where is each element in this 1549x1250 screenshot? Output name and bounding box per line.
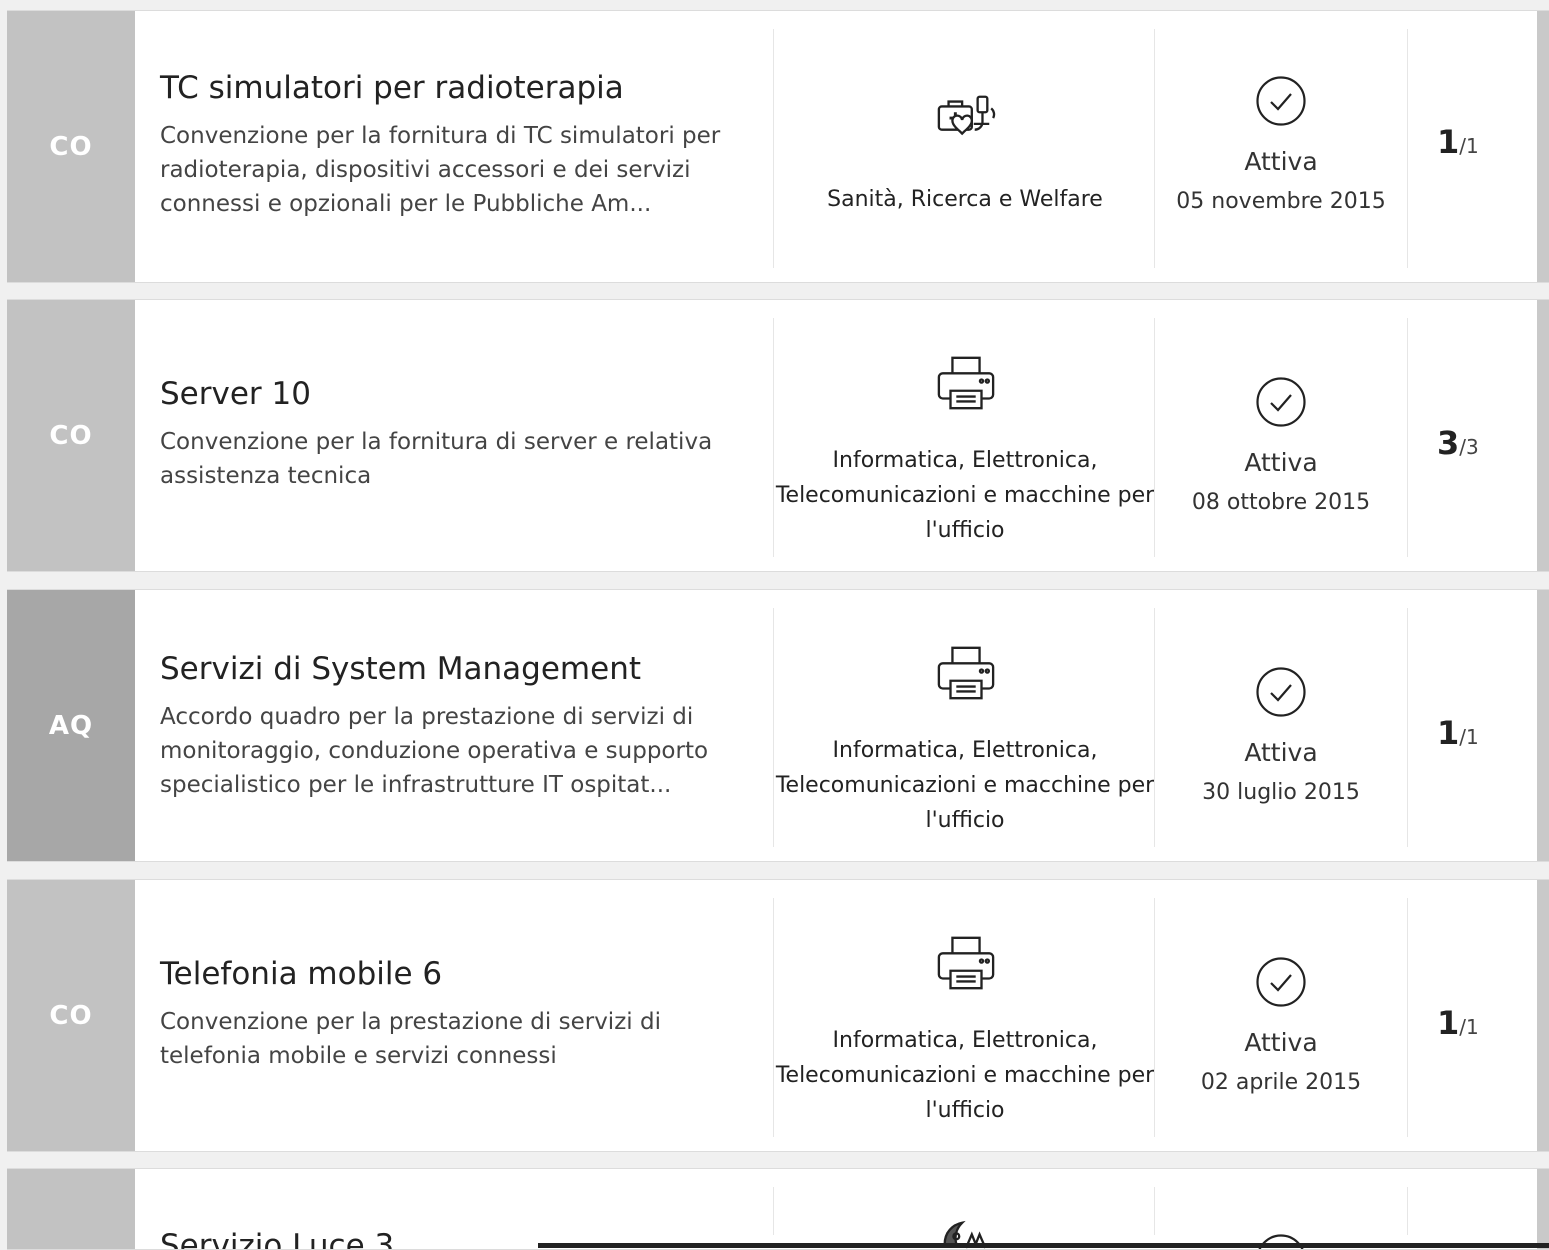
status-date: 02 aprile 2015 [1155, 1070, 1407, 1095]
list-item[interactable]: CO Telefonia mobile 6 Convenzione per la… [7, 879, 1549, 1152]
divider [1407, 898, 1408, 1137]
status-cell: Attiva 08 ottobre 2015 [1155, 300, 1407, 571]
list-item[interactable]: CO TC simulatori per radioterapia Conven… [7, 10, 1549, 283]
divider [1407, 608, 1408, 847]
status-label: Attiva [1155, 1028, 1407, 1057]
lots-count: 1/1 [1437, 1004, 1517, 1042]
list-item[interactable]: AQ Servizi di System Management Accordo … [7, 589, 1549, 862]
list-item[interactable]: CO Server 10 Convenzione per la fornitur… [7, 299, 1549, 572]
item-title[interactable]: Telefonia mobile 6 [160, 955, 760, 993]
status-date: 30 luglio 2015 [1155, 780, 1407, 805]
check-circle-icon [1255, 956, 1307, 1008]
divider [1407, 318, 1408, 557]
category-cell: Sanità, Ricerca e Welfare [775, 11, 1155, 282]
category-label: Informatica, Elettronica, Telecomunicazi… [775, 443, 1155, 548]
category-cell: Informatica, Elettronica, Telecomunicazi… [775, 300, 1155, 571]
health-icon [935, 89, 997, 151]
category-label: Informatica, Elettronica, Telecomunicazi… [775, 733, 1155, 838]
lots-count: 3/3 [1437, 424, 1517, 462]
lots-total: /1 [1459, 134, 1478, 158]
status-label: Attiva [1155, 147, 1407, 176]
card-edge [1537, 11, 1549, 282]
type-badge: CO [7, 880, 135, 1151]
item-description: Accordo quadro per la prestazione di ser… [160, 700, 760, 802]
divider [773, 608, 774, 847]
divider [773, 318, 774, 557]
printer-icon [935, 932, 997, 994]
divider [1407, 29, 1408, 268]
category-label: Informatica, Elettronica, Telecomunicazi… [775, 1023, 1155, 1128]
status-cell [1155, 1169, 1407, 1249]
category-cell: Informatica, Elettronica, Telecomunicazi… [775, 590, 1155, 861]
category-cell: Informatica, Elettronica, Telecomunicazi… [775, 880, 1155, 1151]
status-cell: Attiva 05 novembre 2015 [1155, 11, 1407, 282]
category-cell [775, 1169, 1155, 1249]
item-description: Convenzione per la fornitura di server e… [160, 425, 760, 493]
check-circle-icon [1255, 75, 1307, 127]
status-label: Attiva [1155, 448, 1407, 477]
lots-count: 1/1 [1437, 714, 1517, 752]
printer-icon [935, 352, 997, 414]
divider [1407, 1187, 1408, 1235]
status-date: 05 novembre 2015 [1155, 189, 1407, 214]
card-edge [1537, 590, 1549, 861]
check-circle-icon [1255, 376, 1307, 428]
type-badge: CO [7, 11, 135, 282]
item-description: Convenzione per la fornitura di TC simul… [160, 119, 760, 221]
item-title[interactable]: Servizi di System Management [160, 650, 760, 688]
card-edge [1537, 300, 1549, 571]
lots-total: /3 [1459, 435, 1478, 459]
status-label: Attiva [1155, 738, 1407, 767]
item-description: Convenzione per la prestazione di serviz… [160, 1005, 760, 1073]
card-edge [1537, 880, 1549, 1151]
type-badge [7, 1169, 135, 1249]
item-title[interactable]: TC simulatori per radioterapia [160, 69, 760, 107]
bottom-scroll-bar [538, 1243, 1549, 1248]
category-label: Sanità, Ricerca e Welfare [775, 182, 1155, 217]
printer-icon [935, 642, 997, 704]
type-badge: CO [7, 300, 135, 571]
divider [773, 1187, 774, 1235]
lots-current: 1 [1437, 714, 1459, 752]
check-circle-icon [1255, 666, 1307, 718]
lots-total: /1 [1459, 1015, 1478, 1039]
divider [773, 29, 774, 268]
card-edge [1537, 1169, 1549, 1249]
type-badge: AQ [7, 590, 135, 861]
status-date: 08 ottobre 2015 [1155, 490, 1407, 515]
status-cell: Attiva 30 luglio 2015 [1155, 590, 1407, 861]
lots-current: 3 [1437, 424, 1459, 462]
lots-total: /1 [1459, 725, 1478, 749]
item-title[interactable]: Server 10 [160, 375, 760, 413]
lots-current: 1 [1437, 1004, 1459, 1042]
status-cell: Attiva 02 aprile 2015 [1155, 880, 1407, 1151]
divider [773, 898, 774, 1137]
lots-count: 1/1 [1437, 123, 1517, 161]
lots-current: 1 [1437, 123, 1459, 161]
list-item[interactable]: Servizio Luce 3 [7, 1168, 1549, 1250]
